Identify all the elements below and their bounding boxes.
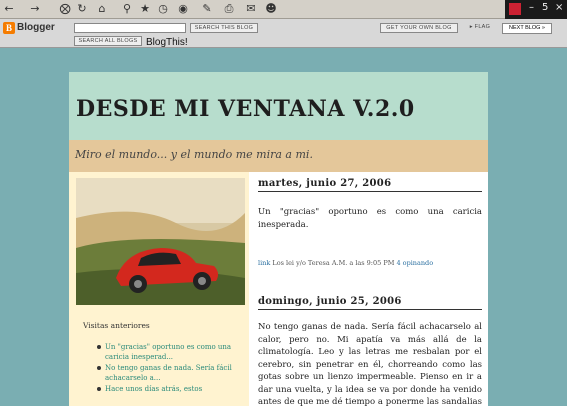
- history-icon[interactable]: ◷: [156, 2, 170, 16]
- restore-button[interactable]: 5: [542, 2, 548, 13]
- home-icon[interactable]: ⌂: [95, 2, 109, 16]
- blog-tagline: Miro el mundo... y el mundo me mira a mi…: [75, 148, 313, 161]
- list-item[interactable]: Hace unos días atrás, estos: [97, 384, 245, 394]
- blog-page: DESDE MI VENTANA V.2.0 Miro el mundo... …: [69, 72, 488, 406]
- app-icon: [509, 3, 521, 15]
- back-icon[interactable]: ←: [2, 2, 16, 16]
- list-item[interactable]: No tengo ganas de nada. Sería fácil acha…: [97, 363, 245, 383]
- messenger-icon[interactable]: ☻: [264, 2, 278, 16]
- media-icon[interactable]: ◉: [176, 2, 190, 16]
- permalink-link[interactable]: link: [258, 259, 270, 267]
- bullet-icon: [97, 345, 101, 349]
- previous-posts-title: Visitas anteriores: [83, 321, 150, 330]
- car-photo-illustration: [76, 178, 245, 305]
- post-body: Un "gracias" oportuno es como una carici…: [258, 207, 482, 230]
- blogger-logo-icon[interactable]: B: [3, 22, 15, 34]
- refresh-icon[interactable]: ↻: [75, 2, 89, 16]
- flag-button[interactable]: ▸ FLAG: [463, 23, 497, 33]
- blog-title[interactable]: DESDE MI VENTANA V.2.0: [76, 96, 415, 122]
- search-input[interactable]: [74, 23, 186, 33]
- stop-icon[interactable]: ⨂: [58, 2, 72, 16]
- close-button[interactable]: ×: [555, 2, 563, 13]
- post-date: martes, junio 27, 2006: [258, 178, 482, 192]
- search-icon[interactable]: ⚲: [120, 2, 134, 16]
- get-your-own-blog-button[interactable]: GET YOUR OWN BLOG: [380, 23, 458, 33]
- window-controls: – 5 ×: [505, 0, 567, 19]
- blogthis-link[interactable]: BlogThis!: [146, 37, 188, 48]
- blogger-navbar: B Blogger SEARCH THIS BLOG SEARCH ALL BL…: [0, 19, 567, 48]
- edit-icon[interactable]: ✎: [200, 2, 214, 16]
- previous-posts-list: Un "gracias" oportuno es como una carici…: [97, 342, 245, 395]
- post-date: domingo, junio 25, 2006: [258, 296, 482, 310]
- sidebar: Visitas anteriores Un "gracias" oportuno…: [69, 172, 249, 406]
- tagline-band: Miro el mundo... y el mundo me mira a mi…: [69, 140, 488, 172]
- post-body: No tengo ganas de nada. Sería fácil acha…: [258, 322, 482, 406]
- list-item[interactable]: Un "gracias" oportuno es como una carici…: [97, 342, 245, 362]
- search-all-blogs-button[interactable]: SEARCH ALL BLOGS: [74, 36, 142, 46]
- print-icon[interactable]: ⎙: [222, 2, 236, 16]
- browser-toolbar: ← → ⨂ ↻ ⌂ ⚲ ★ ◷ ◉ ✎ ⎙ ✉ ☻ – 5 ×: [0, 0, 567, 19]
- favorites-icon[interactable]: ★: [138, 2, 152, 16]
- profile-photo: [76, 178, 245, 305]
- post-footer: link Los lei y/o Teresa A.M. a las 9:05 …: [258, 259, 482, 267]
- minimize-button[interactable]: –: [529, 2, 534, 13]
- post-author-time: Los lei y/o Teresa A.M. a las 9:05 PM: [272, 259, 395, 267]
- search-this-blog-button[interactable]: SEARCH THIS BLOG: [190, 23, 258, 33]
- discuss-icon[interactable]: ✉: [244, 2, 258, 16]
- blog-header: DESDE MI VENTANA V.2.0: [69, 72, 488, 140]
- blogger-logo-text[interactable]: Blogger: [17, 22, 55, 33]
- bullet-icon: [97, 387, 101, 391]
- comments-link[interactable]: 4 opinando: [396, 259, 433, 267]
- next-blog-button[interactable]: NEXT BLOG »: [502, 23, 552, 34]
- forward-icon[interactable]: →: [28, 2, 42, 16]
- bullet-icon: [97, 366, 101, 370]
- main-content: martes, junio 27, 2006 Un "gracias" opor…: [249, 172, 488, 406]
